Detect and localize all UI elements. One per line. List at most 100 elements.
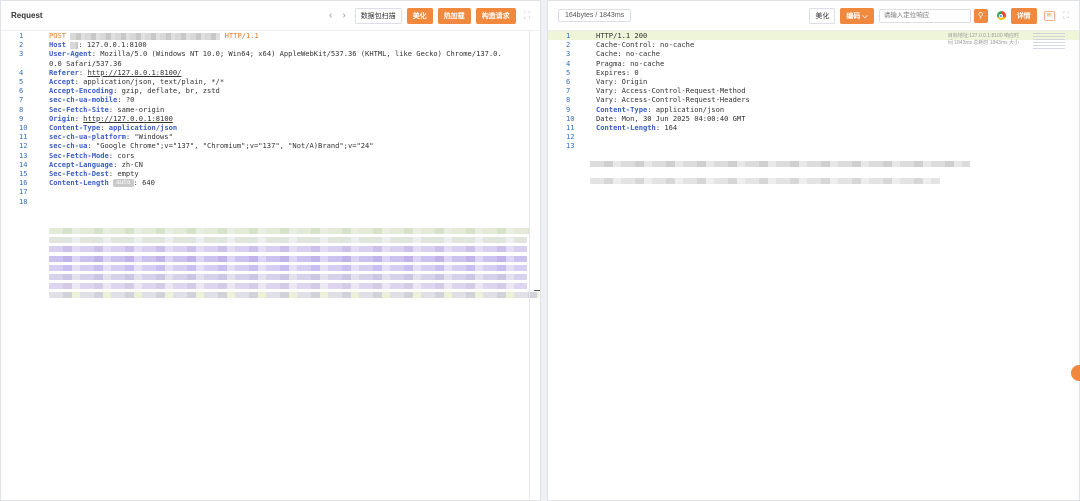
line-number: 4 <box>566 58 571 68</box>
request-scrollbar[interactable] <box>529 31 530 500</box>
header-key: Sec-Fetch-Dest <box>49 169 109 179</box>
code-line: 11 Content-Length: 164 <box>548 123 1079 132</box>
line-number: 1 <box>19 31 24 40</box>
code-text: http://127.0.0.1:8100/ <box>87 67 182 77</box>
code-text: : <box>100 123 109 133</box>
auto-badge[interactable]: auto <box>113 179 134 188</box>
request-editor[interactable]: 1 POST HTTP/1.1 2 Host : 127.0.0.1:8100 3 Use… <box>1 31 540 500</box>
code-text: : Mozilla/5.0 (Windows NT 10.0; Win64; x… <box>91 49 502 59</box>
cursor-marker <box>534 290 540 291</box>
hot-load-button[interactable]: 热加载 <box>437 7 471 24</box>
minimap[interactable] <box>1033 33 1065 51</box>
code-line: 3 Cache: no-cache <box>548 49 1079 58</box>
code-line: 9 Origin: http://127.0.0.1:8100 <box>1 114 540 123</box>
code-line: 8 Vary: Access-Control-Request-Headers <box>548 95 1079 104</box>
line-number: 7 <box>19 95 24 105</box>
header-key: Sec-Fetch-Mode <box>49 150 109 160</box>
line-number: 3 <box>566 49 571 59</box>
header-key: sec-ch-ua-platform <box>49 132 126 142</box>
header-key: Content-Length <box>49 178 109 188</box>
header-key: application/json <box>108 123 178 133</box>
header-key: Accept-Language <box>49 159 114 169</box>
response-meta-line2: 间 1843ms 总耗时 1843ms 大小 <box>947 40 1019 46</box>
header-key: sec-ch-ua <box>49 141 88 151</box>
code-line: 13 Sec-Fetch-Mode: cors <box>1 151 540 160</box>
code-line: 4 Pragma: no-cache <box>548 59 1079 68</box>
code-text: : zh-CN <box>113 159 143 169</box>
redacted-body-line <box>49 228 529 234</box>
line-number: 15 <box>19 169 28 179</box>
line-number: 9 <box>566 104 571 114</box>
chevron-right-icon[interactable]: › <box>342 10 345 21</box>
line-number: 3 <box>19 49 24 59</box>
line-number: 14 <box>19 159 28 169</box>
code-text: Vary: Access-Control-Request-Headers <box>596 95 750 105</box>
response-pane: 164bytes / 1843ms 美化 编码 ⌵ ⚲ 详情 ✉ ⛶ 1 HTTP… <box>547 0 1080 501</box>
chrome-icon[interactable] <box>996 11 1006 20</box>
redacted-body-line <box>590 161 970 167</box>
code-text: Cache-Control: no-cache <box>596 40 695 50</box>
details-button[interactable]: 详情 <box>1010 7 1037 24</box>
code-line: 13 <box>548 141 1079 150</box>
code-text: : cors <box>108 150 135 160</box>
code-text: Cache: no-cache <box>596 49 661 59</box>
expand-icon[interactable]: ⛶ <box>1063 10 1069 21</box>
locate-search-input[interactable] <box>878 8 971 23</box>
beautify-button[interactable]: 美化 <box>809 7 836 24</box>
code-text: HTTP/1.1 <box>220 31 259 40</box>
code-line: 16 Content-Length auto: 640 <box>1 178 540 188</box>
code-text: 0.0 Safari/537.36 <box>49 58 122 68</box>
response-meta: 目标地址:127.0.0.1:8100 响应时 间 1843ms 总耗时 184… <box>948 33 1019 47</box>
code-line: 17 <box>1 187 540 196</box>
code-line: 7 sec-ch-ua-mobile: ?0 <box>1 95 540 104</box>
header-key: User-Agent <box>49 49 92 59</box>
line-number: 5 <box>19 77 24 87</box>
line-number: 6 <box>19 86 24 96</box>
response-editor[interactable]: 1 HTTP/1.1 200 2 Cache-Control: no-cache 3 Ca… <box>548 31 1079 500</box>
header-key: Content-Length <box>596 123 656 133</box>
beautify-button[interactable]: 美化 <box>406 7 433 24</box>
line-number: 9 <box>19 113 24 123</box>
code-line: 1 POST HTTP/1.1 <box>1 31 540 40</box>
code-text: : "Windows" <box>125 132 173 142</box>
line-number: 11 <box>566 123 575 133</box>
code-line: 11 sec-ch-ua-platform: "Windows" <box>1 132 540 141</box>
line-number: 17 <box>19 187 28 197</box>
chat-icon[interactable]: ✉ <box>1043 10 1055 21</box>
code-line: 12 <box>548 132 1079 141</box>
code-line: 9 Content-Type: application/json <box>548 105 1079 114</box>
code-text: : ?0 <box>117 95 135 105</box>
header-key: Sec-Fetch-Site <box>49 104 109 114</box>
encoding-label: 编码 <box>846 12 861 20</box>
expand-icon[interactable]: ⛶ <box>524 10 530 21</box>
header-key: Accept-Encoding <box>49 86 114 96</box>
code-text: Vary: Access-Control-Request-Method <box>596 86 746 96</box>
line-number: 2 <box>566 40 571 50</box>
response-size-time: 164bytes / 1843ms <box>558 9 632 22</box>
code-text: POST <box>49 31 67 40</box>
line-number: 1 <box>566 31 571 40</box>
code-line: 18 <box>1 197 540 206</box>
code-text: http://127.0.0.1:8100 <box>83 113 173 123</box>
build-request-button[interactable]: 构造请求 <box>475 7 516 24</box>
code-line: 15 Sec-Fetch-Dest: empty <box>1 169 540 178</box>
line-number: 16 <box>19 178 28 188</box>
floating-assistant-button[interactable] <box>1071 365 1080 381</box>
redacted-body-line <box>49 283 527 290</box>
code-text: : <box>74 113 84 123</box>
search-icon[interactable]: ⚲ <box>973 8 988 23</box>
code-line: 6 Vary: Origin <box>548 77 1079 86</box>
request-pane: Request ‹ › 数据包扫描 美化 热加载 构造请求 ⛶ 1 POST HT… <box>0 0 541 501</box>
code-line: 14 Accept-Language: zh-CN <box>1 160 540 169</box>
packet-scan-button[interactable]: 数据包扫描 <box>354 7 402 24</box>
chevron-left-icon[interactable]: ‹ <box>329 10 332 21</box>
redacted-body-line <box>49 246 527 253</box>
code-text: Vary: Origin <box>596 77 648 87</box>
line-number: 13 <box>19 150 28 160</box>
code-line: 10 Content-Type: application/json <box>1 123 540 132</box>
line-number: 10 <box>566 113 575 123</box>
code-text: : 640 <box>133 178 155 188</box>
code-line: 0.0 Safari/537.36 <box>1 59 540 68</box>
redacted-body-line <box>49 292 539 299</box>
encoding-dropdown[interactable]: 编码 ⌵ <box>840 7 874 24</box>
